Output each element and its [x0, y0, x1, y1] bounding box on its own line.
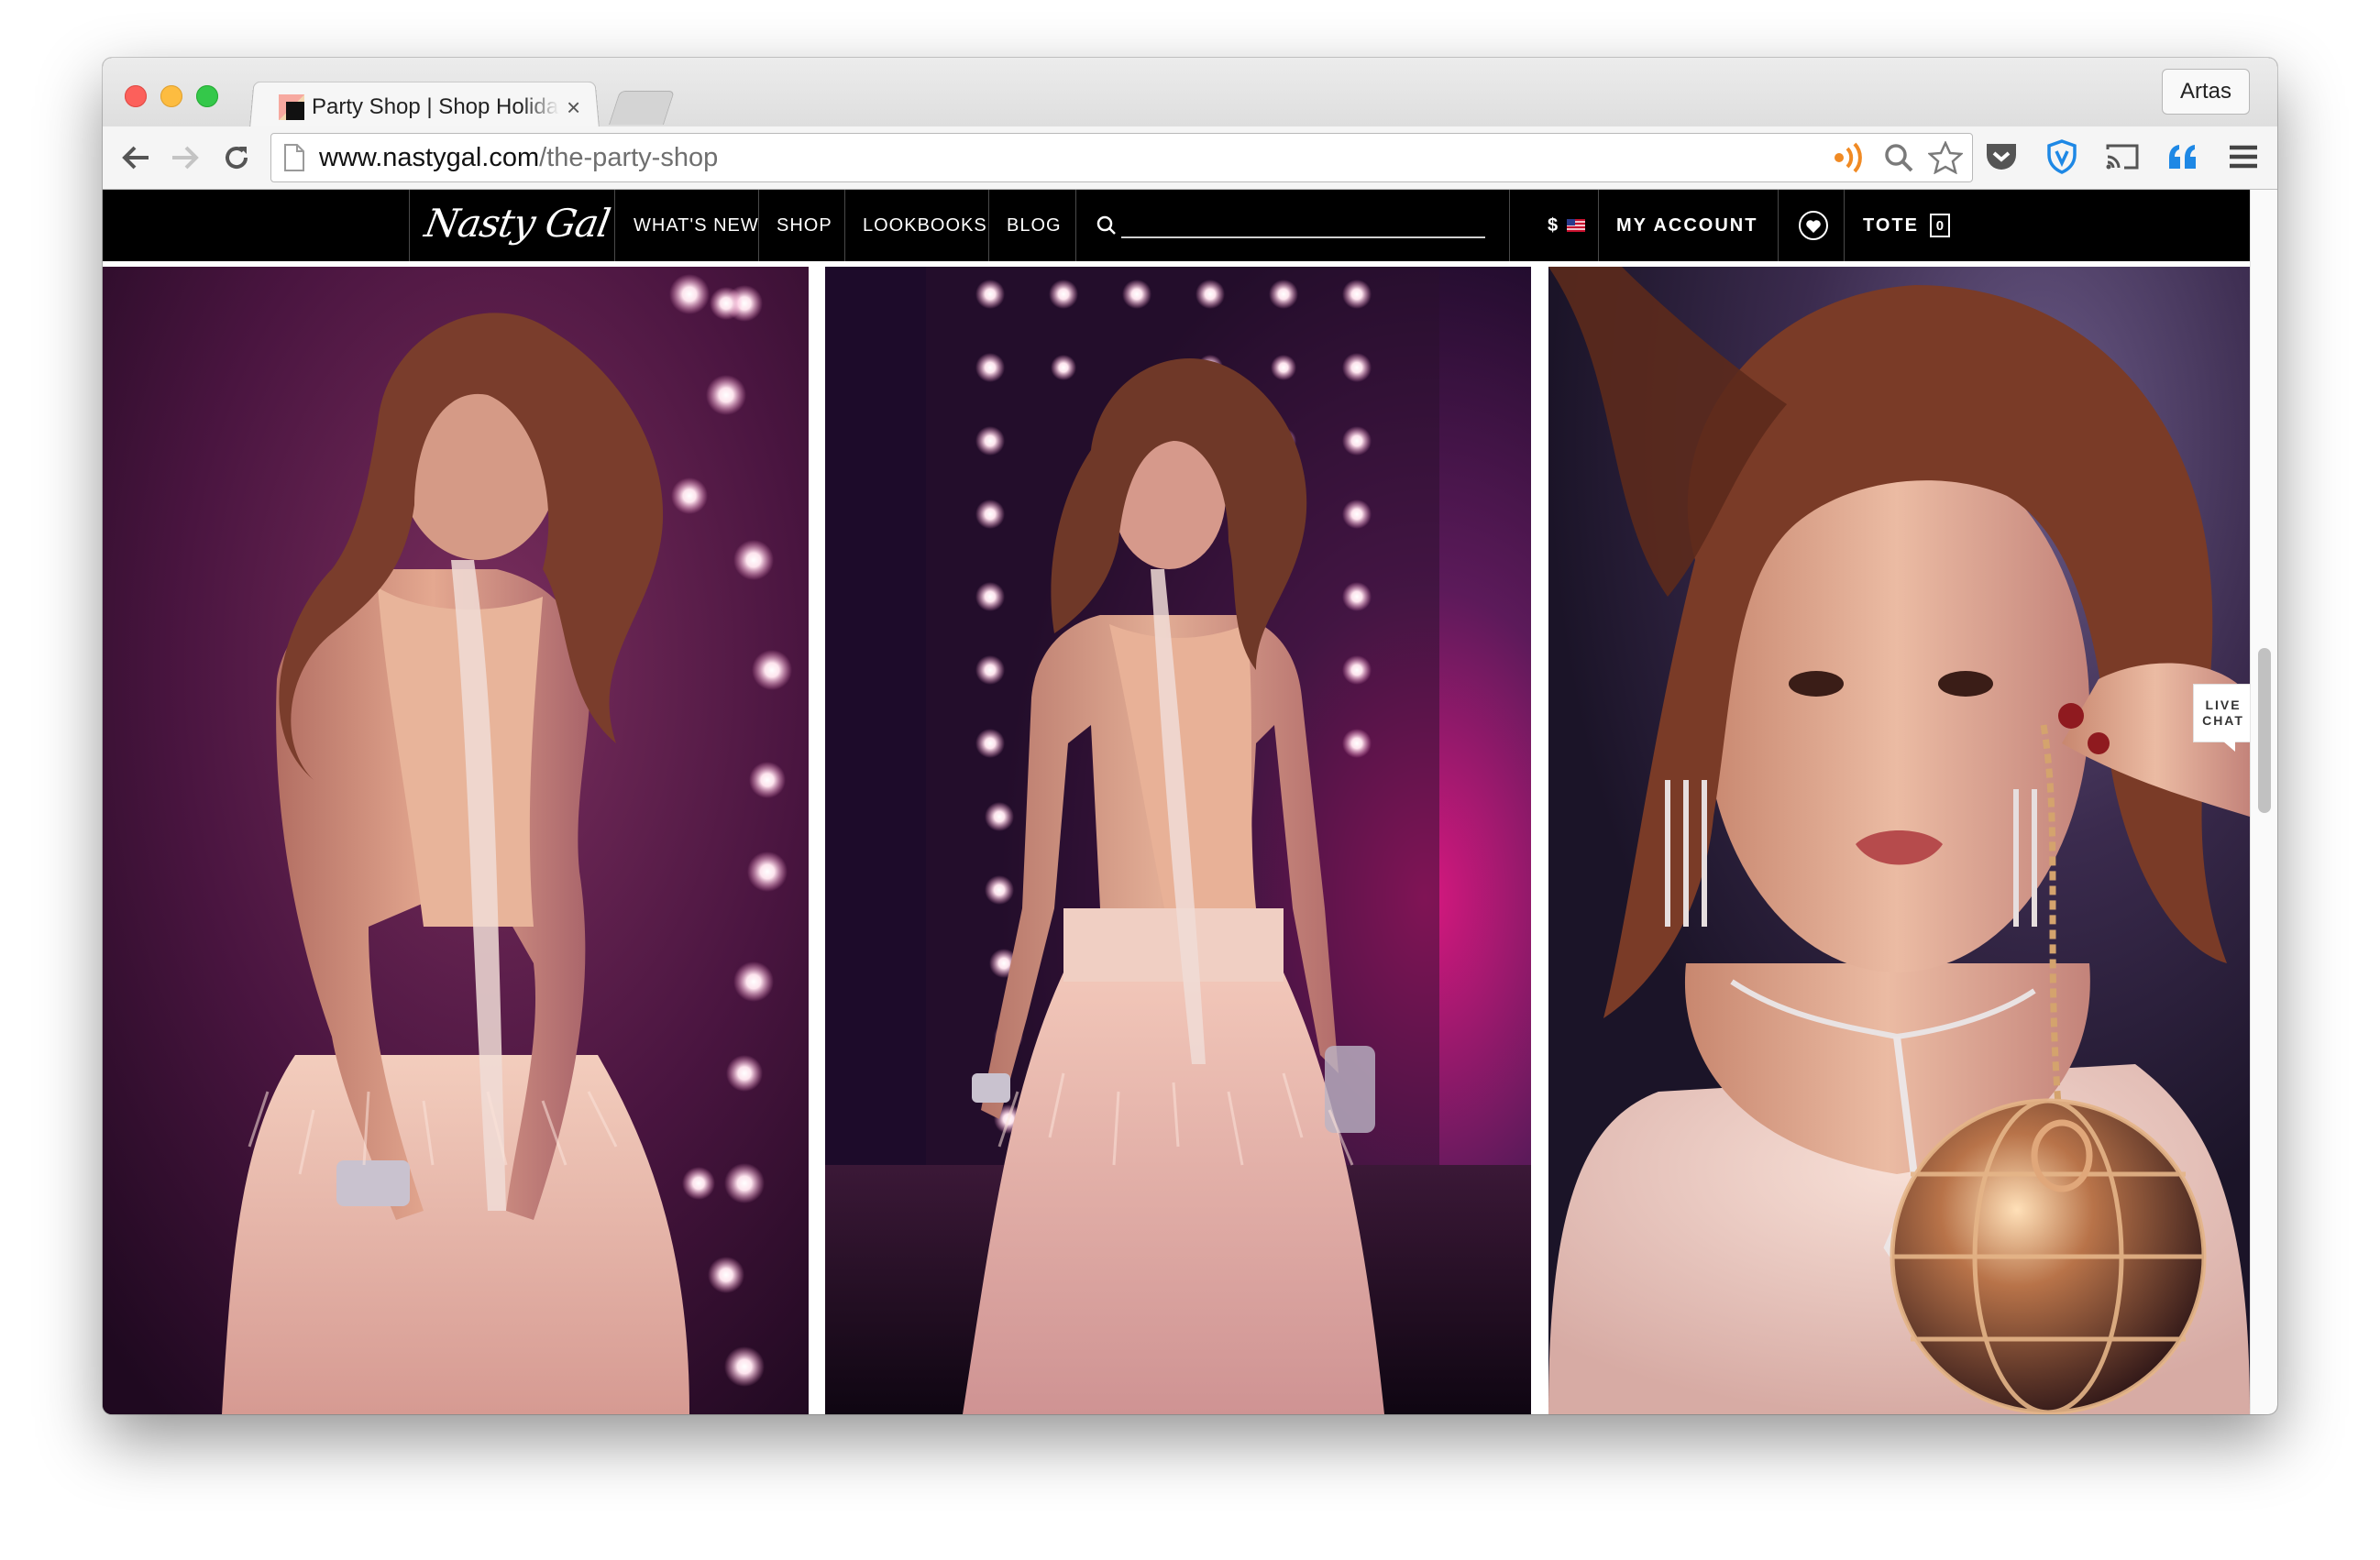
- quote-icon: [2169, 145, 2196, 169]
- tote-bag-icon: 0: [1929, 214, 1950, 237]
- shield-icon: [2047, 139, 2077, 174]
- menu-button[interactable]: [2224, 137, 2263, 176]
- live-chat-button[interactable]: LIVE CHAT: [2193, 684, 2253, 742]
- quote-extension-button[interactable]: [2164, 137, 2202, 176]
- nav-divider: [1598, 190, 1599, 261]
- browser-window: Party Shop | Shop Holiday × Artas www.na…: [103, 58, 2277, 1414]
- reload-icon: [226, 147, 248, 170]
- tote-count: 0: [1935, 218, 1945, 234]
- nav-divider: [1509, 190, 1510, 261]
- pocket-icon: [1987, 144, 2016, 170]
- hamburger-menu-icon: [2230, 145, 2257, 169]
- currency-symbol: $: [1548, 214, 1560, 236]
- url-path: /the-party-shop: [539, 143, 719, 172]
- browser-toolbar: www.nastygal.com/the-party-shop: [103, 126, 2277, 190]
- nav-divider: [409, 190, 410, 261]
- rss-feed-icon[interactable]: [1833, 141, 1869, 174]
- model-standing-photo: [825, 267, 1531, 1414]
- minimize-window-button[interactable]: [160, 85, 182, 107]
- nastygal-logo[interactable]: Nasty Gal: [422, 201, 613, 246]
- model-kneeling-photo: [103, 267, 809, 1414]
- address-bar[interactable]: www.nastygal.com/the-party-shop: [270, 133, 1973, 182]
- shield-extension-button[interactable]: [2043, 137, 2081, 176]
- maximize-window-button[interactable]: [196, 85, 218, 107]
- nav-shop[interactable]: SHOP: [777, 190, 832, 261]
- cast-icon: [2106, 144, 2139, 170]
- search-underline: [1121, 236, 1485, 238]
- tab-title: Party Shop | Shop Holiday: [312, 94, 559, 119]
- back-arrow-icon: [122, 146, 149, 170]
- new-tab-button[interactable]: [608, 91, 676, 125]
- tab-close-icon[interactable]: ×: [567, 93, 580, 122]
- wishlist-heart-icon[interactable]: [1798, 210, 1829, 241]
- gallery-photo-2[interactable]: [825, 267, 1531, 1414]
- page-viewport: Nasty Gal WHAT'S NEW SHOP LOOKBOOKS BLOG…: [103, 190, 2277, 1414]
- page-icon: [284, 144, 304, 171]
- nav-divider: [1844, 190, 1845, 261]
- url-host: www.nastygal.com: [319, 143, 540, 172]
- forward-arrow-icon: [172, 146, 199, 170]
- zoom-icon[interactable]: [1882, 141, 1915, 174]
- nastygal-favicon-icon: [279, 94, 304, 120]
- live-chat-line-2: CHAT: [2202, 713, 2244, 728]
- model-portrait-photo: [1548, 267, 2250, 1414]
- url-text: www.nastygal.com/the-party-shop: [319, 143, 718, 173]
- tab-strip: Party Shop | Shop Holiday × Artas: [103, 58, 2277, 128]
- cast-button[interactable]: [2103, 137, 2142, 176]
- omnibox-icons: [1833, 141, 1963, 174]
- my-account-link[interactable]: MY ACCOUNT: [1616, 190, 1757, 261]
- profile-button[interactable]: Artas: [2162, 69, 2250, 115]
- gallery-photo-3[interactable]: [1548, 267, 2250, 1414]
- nav-divider: [844, 190, 845, 261]
- nav-divider: [614, 190, 615, 261]
- nav-divider: [758, 190, 759, 261]
- tote-label: TOTE: [1863, 214, 1919, 236]
- nav-divider: [1075, 190, 1076, 261]
- nav-lookbooks[interactable]: LOOKBOOKS: [863, 190, 987, 261]
- nav-divider: [988, 190, 989, 261]
- us-flag-icon: [1567, 219, 1586, 232]
- party-shop-gallery: LIVE CHAT: [103, 261, 2253, 1414]
- pocket-button[interactable]: [1982, 137, 2021, 176]
- tote-button[interactable]: TOTE 0: [1863, 190, 1950, 261]
- live-chat-line-1: LIVE: [2205, 698, 2242, 712]
- tab-content: Party Shop | Shop Holiday ×: [264, 87, 594, 127]
- bookmark-star-icon[interactable]: [1928, 141, 1963, 174]
- back-button[interactable]: [116, 137, 156, 178]
- scrollbar-thumb[interactable]: [2258, 648, 2271, 813]
- search-icon[interactable]: [1096, 215, 1117, 236]
- gallery-photo-1[interactable]: [103, 267, 809, 1414]
- nav-blog[interactable]: BLOG: [1007, 190, 1062, 261]
- nav-whats-new[interactable]: WHAT'S NEW: [634, 190, 759, 261]
- nav-divider: [1778, 190, 1779, 261]
- currency-selector[interactable]: $: [1548, 190, 1586, 261]
- extension-icons: [1982, 137, 2263, 176]
- forward-button[interactable]: [165, 137, 205, 178]
- site-header: Nasty Gal WHAT'S NEW SHOP LOOKBOOKS BLOG…: [103, 190, 2250, 261]
- reload-button[interactable]: [216, 137, 257, 178]
- live-chat-tail: [2222, 741, 2235, 752]
- close-window-button[interactable]: [125, 85, 147, 107]
